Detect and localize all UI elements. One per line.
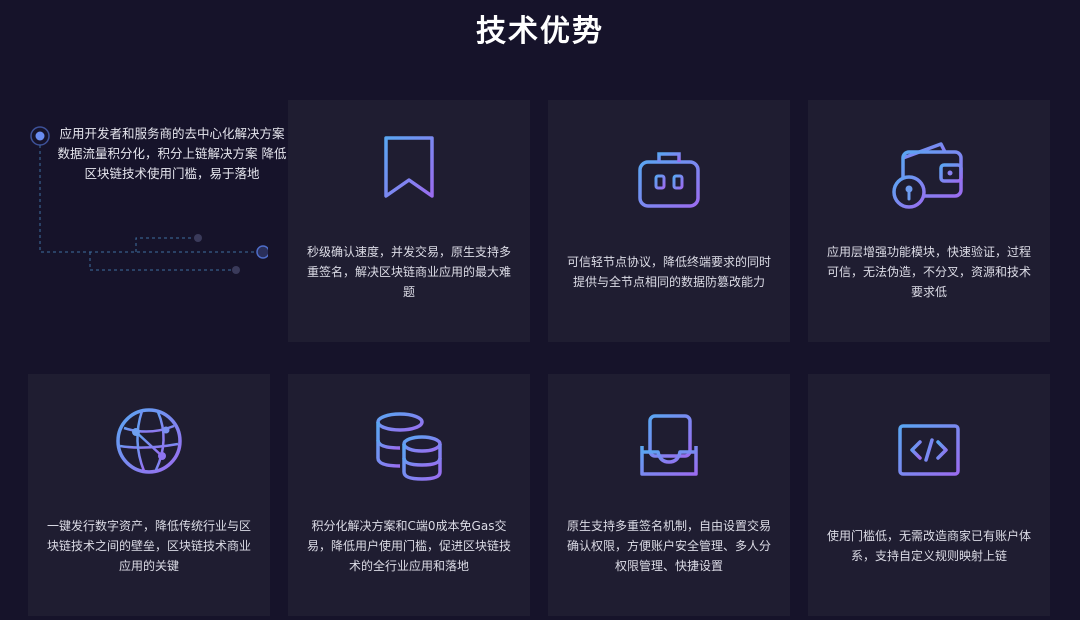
card-text: 积分化解决方案和C端0成本免Gas交易，降低用户使用门槛，促进区块链技术的全行业… [306, 519, 511, 573]
globe-network-icon [116, 408, 182, 474]
card-text: 可信轻节点协议，降低终端要求的同时提供与全节点相同的数据防篡改能力 [566, 255, 771, 289]
page-title: 技术优势 [476, 14, 604, 49]
feature-card-fast-confirmation: 秒级确认速度，并发交易，原生支持多重签名，解决区块链商业应用的最大难题 [288, 100, 530, 342]
intro-text: 应用开发者和服务商的去中心化解决方案 数据流量积分化，积分上链解决方案 降低区块… [57, 126, 287, 181]
feature-card-light-node: 可信轻节点协议，降低终端要求的同时提供与全节点相同的数据防篡改能力 [548, 100, 790, 342]
inbox-document-icon [640, 414, 698, 476]
bookmark-icon [384, 136, 434, 198]
database-icon [375, 412, 442, 481]
code-monitor-icon [898, 424, 960, 485]
briefcase-icon [638, 152, 700, 208]
card-text: 应用层增强功能模块，快速验证，过程可信，无法伪造，不分叉，资源和技术要求低 [826, 245, 1031, 299]
feature-card-low-threshold: 使用门槛低，无需改造商家已有账户体系，支持自定义规则映射上链 [808, 374, 1050, 616]
card-text: 使用门槛低，无需改造商家已有账户体系，支持自定义规则映射上链 [826, 529, 1031, 563]
tech-advantages-page: 技术优势 应用开发者和服务商的去中心化解决方案 数据流量积分化，积分上链解决方案… [0, 0, 1080, 620]
card-text: 原生支持多重签名机制，自由设置交易确认权限，方便账户安全管理、多人分权限管理、快… [566, 519, 771, 573]
card-text: 一键发行数字资产，降低传统行业与区块链技术之间的壁垒，区块链技术商业应用的关键 [46, 519, 251, 573]
feature-card-digital-assets: 一键发行数字资产，降低传统行业与区块链技术之间的壁垒，区块链技术商业应用的关键 [28, 374, 270, 616]
feature-card-multisig: 原生支持多重签名机制，自由设置交易确认权限，方便账户安全管理、多人分权限管理、快… [548, 374, 790, 616]
intro-block: 应用开发者和服务商的去中心化解决方案 数据流量积分化，积分上链解决方案 降低区块… [28, 100, 286, 340]
card-text: 秒级确认速度，并发交易，原生支持多重签名，解决区块链商业应用的最大难题 [306, 245, 511, 299]
feature-card-points-solution: 积分化解决方案和C端0成本免Gas交易，降低用户使用门槛，促进区块链技术的全行业… [288, 374, 530, 616]
feature-card-app-layer: 应用层增强功能模块，快速验证，过程可信，无法伪造，不分叉，资源和技术要求低 [808, 100, 1050, 342]
wallet-lock-icon [892, 142, 963, 209]
